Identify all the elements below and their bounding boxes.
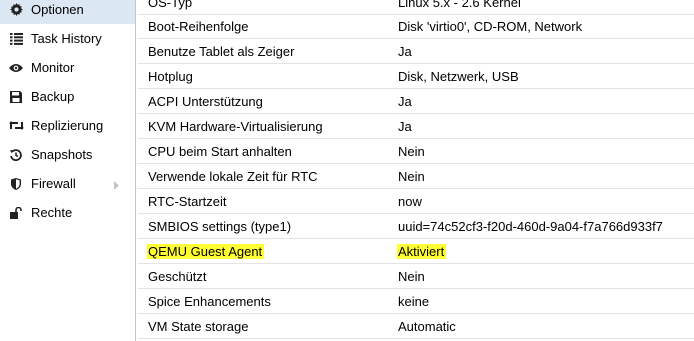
sidebar-item-monitor[interactable]: Monitor [0,53,135,82]
row-value: uuid=74c52cf3-f20d-460d-9a04-f7a766d933f… [398,219,663,234]
sidebar-item-task-history[interactable]: Task History [0,24,135,53]
row-value: now [398,194,422,209]
table-row[interactable]: Verwende lokale Zeit für RTC Nein [138,164,694,189]
retweet-icon [8,120,24,131]
list-icon [8,32,24,45]
table-row[interactable]: Hotplug Disk, Netzwerk, USB [138,64,694,89]
table-row[interactable]: SMBIOS settings (type1) uuid=74c52cf3-f2… [138,214,694,239]
sidebar-item-label: Replizierung [31,118,104,133]
table-row[interactable]: QEMU Guest Agent Aktiviert [138,239,694,264]
table-row[interactable]: Spice Enhancements keine [138,289,694,314]
row-value: Nein [398,144,425,159]
sidebar-item-optionen[interactable]: Optionen [0,0,135,24]
options-grid: OS-Typ Linux 5.x - 2.6 Kernel Boot-Reihe… [138,0,694,341]
table-row[interactable]: RTC-Startzeit now [138,189,694,214]
table-row[interactable]: OS-Typ Linux 5.x - 2.6 Kernel [138,0,694,15]
shield-icon [8,177,24,190]
history-icon [8,148,24,161]
table-row[interactable]: Boot-Reihenfolge Disk 'virtio0', CD-ROM,… [138,14,694,39]
eye-icon [8,63,24,73]
row-value: Ja [398,44,412,59]
row-key: KVM Hardware-Virtualisierung [148,119,323,134]
sidebar-item-rechte[interactable]: Rechte [0,198,135,227]
row-value: Linux 5.x - 2.6 Kernel [398,0,521,10]
sidebar-item-snapshots[interactable]: Snapshots [0,140,135,169]
unlock-icon [8,206,24,219]
row-value: Disk, Netzwerk, USB [398,69,519,84]
row-key: SMBIOS settings (type1) [148,219,292,234]
vm-options-panel: Optionen Task History Monitor Backup Rep [0,0,694,341]
table-row[interactable]: CPU beim Start anhalten Nein [138,139,694,164]
gear-icon [8,3,24,16]
floppy-disk-icon [8,90,24,103]
sidebar-item-replizierung[interactable]: Replizierung [0,111,135,140]
row-key: Boot-Reihenfolge [148,19,249,34]
sidebar-item-label: Optionen [31,2,84,17]
sidebar-item-label: Snapshots [31,147,93,162]
row-key: VM State storage [148,319,249,334]
chevron-right-icon[interactable] [114,178,120,193]
sidebar: Optionen Task History Monitor Backup Rep [0,0,136,341]
sidebar-item-label: Firewall [31,176,76,191]
table-row[interactable]: KVM Hardware-Virtualisierung Ja [138,114,694,139]
sidebar-item-label: Monitor [31,60,75,75]
row-key: OS-Typ [148,0,193,10]
row-key: RTC-Startzeit [148,194,227,209]
highlighted-text: QEMU Guest Agent [147,244,265,259]
table-row[interactable]: Geschützt Nein [138,264,694,289]
row-value: Aktiviert [397,239,447,263]
row-key: Benutze Tablet als Zeiger [148,44,295,59]
row-value: Nein [398,169,425,184]
row-key: ACPI Unterstützung [148,94,263,109]
row-value: Ja [398,119,412,134]
row-key: Verwende lokale Zeit für RTC [148,169,318,184]
sidebar-item-label: Backup [31,89,75,104]
sidebar-item-label: Rechte [31,205,73,220]
table-row[interactable]: ACPI Unterstützung Ja [138,89,694,114]
row-value: keine [398,294,430,309]
sidebar-item-backup[interactable]: Backup [0,82,135,111]
highlighted-text: Aktiviert [397,244,447,259]
row-key: Geschützt [148,269,207,284]
sidebar-item-label: Task History [31,31,102,46]
table-row[interactable]: VM State storage Automatic [138,314,694,339]
row-key: Hotplug [148,69,193,84]
row-key: Spice Enhancements [148,294,271,309]
row-key: QEMU Guest Agent [147,239,265,263]
row-key: CPU beim Start anhalten [148,144,292,159]
sidebar-item-firewall[interactable]: Firewall [0,169,135,198]
row-value: Ja [398,94,412,109]
row-value: Nein [398,269,425,284]
table-row[interactable]: Benutze Tablet als Zeiger Ja [138,39,694,64]
row-value: Disk 'virtio0', CD-ROM, Network [398,19,583,34]
row-value: Automatic [398,319,456,334]
